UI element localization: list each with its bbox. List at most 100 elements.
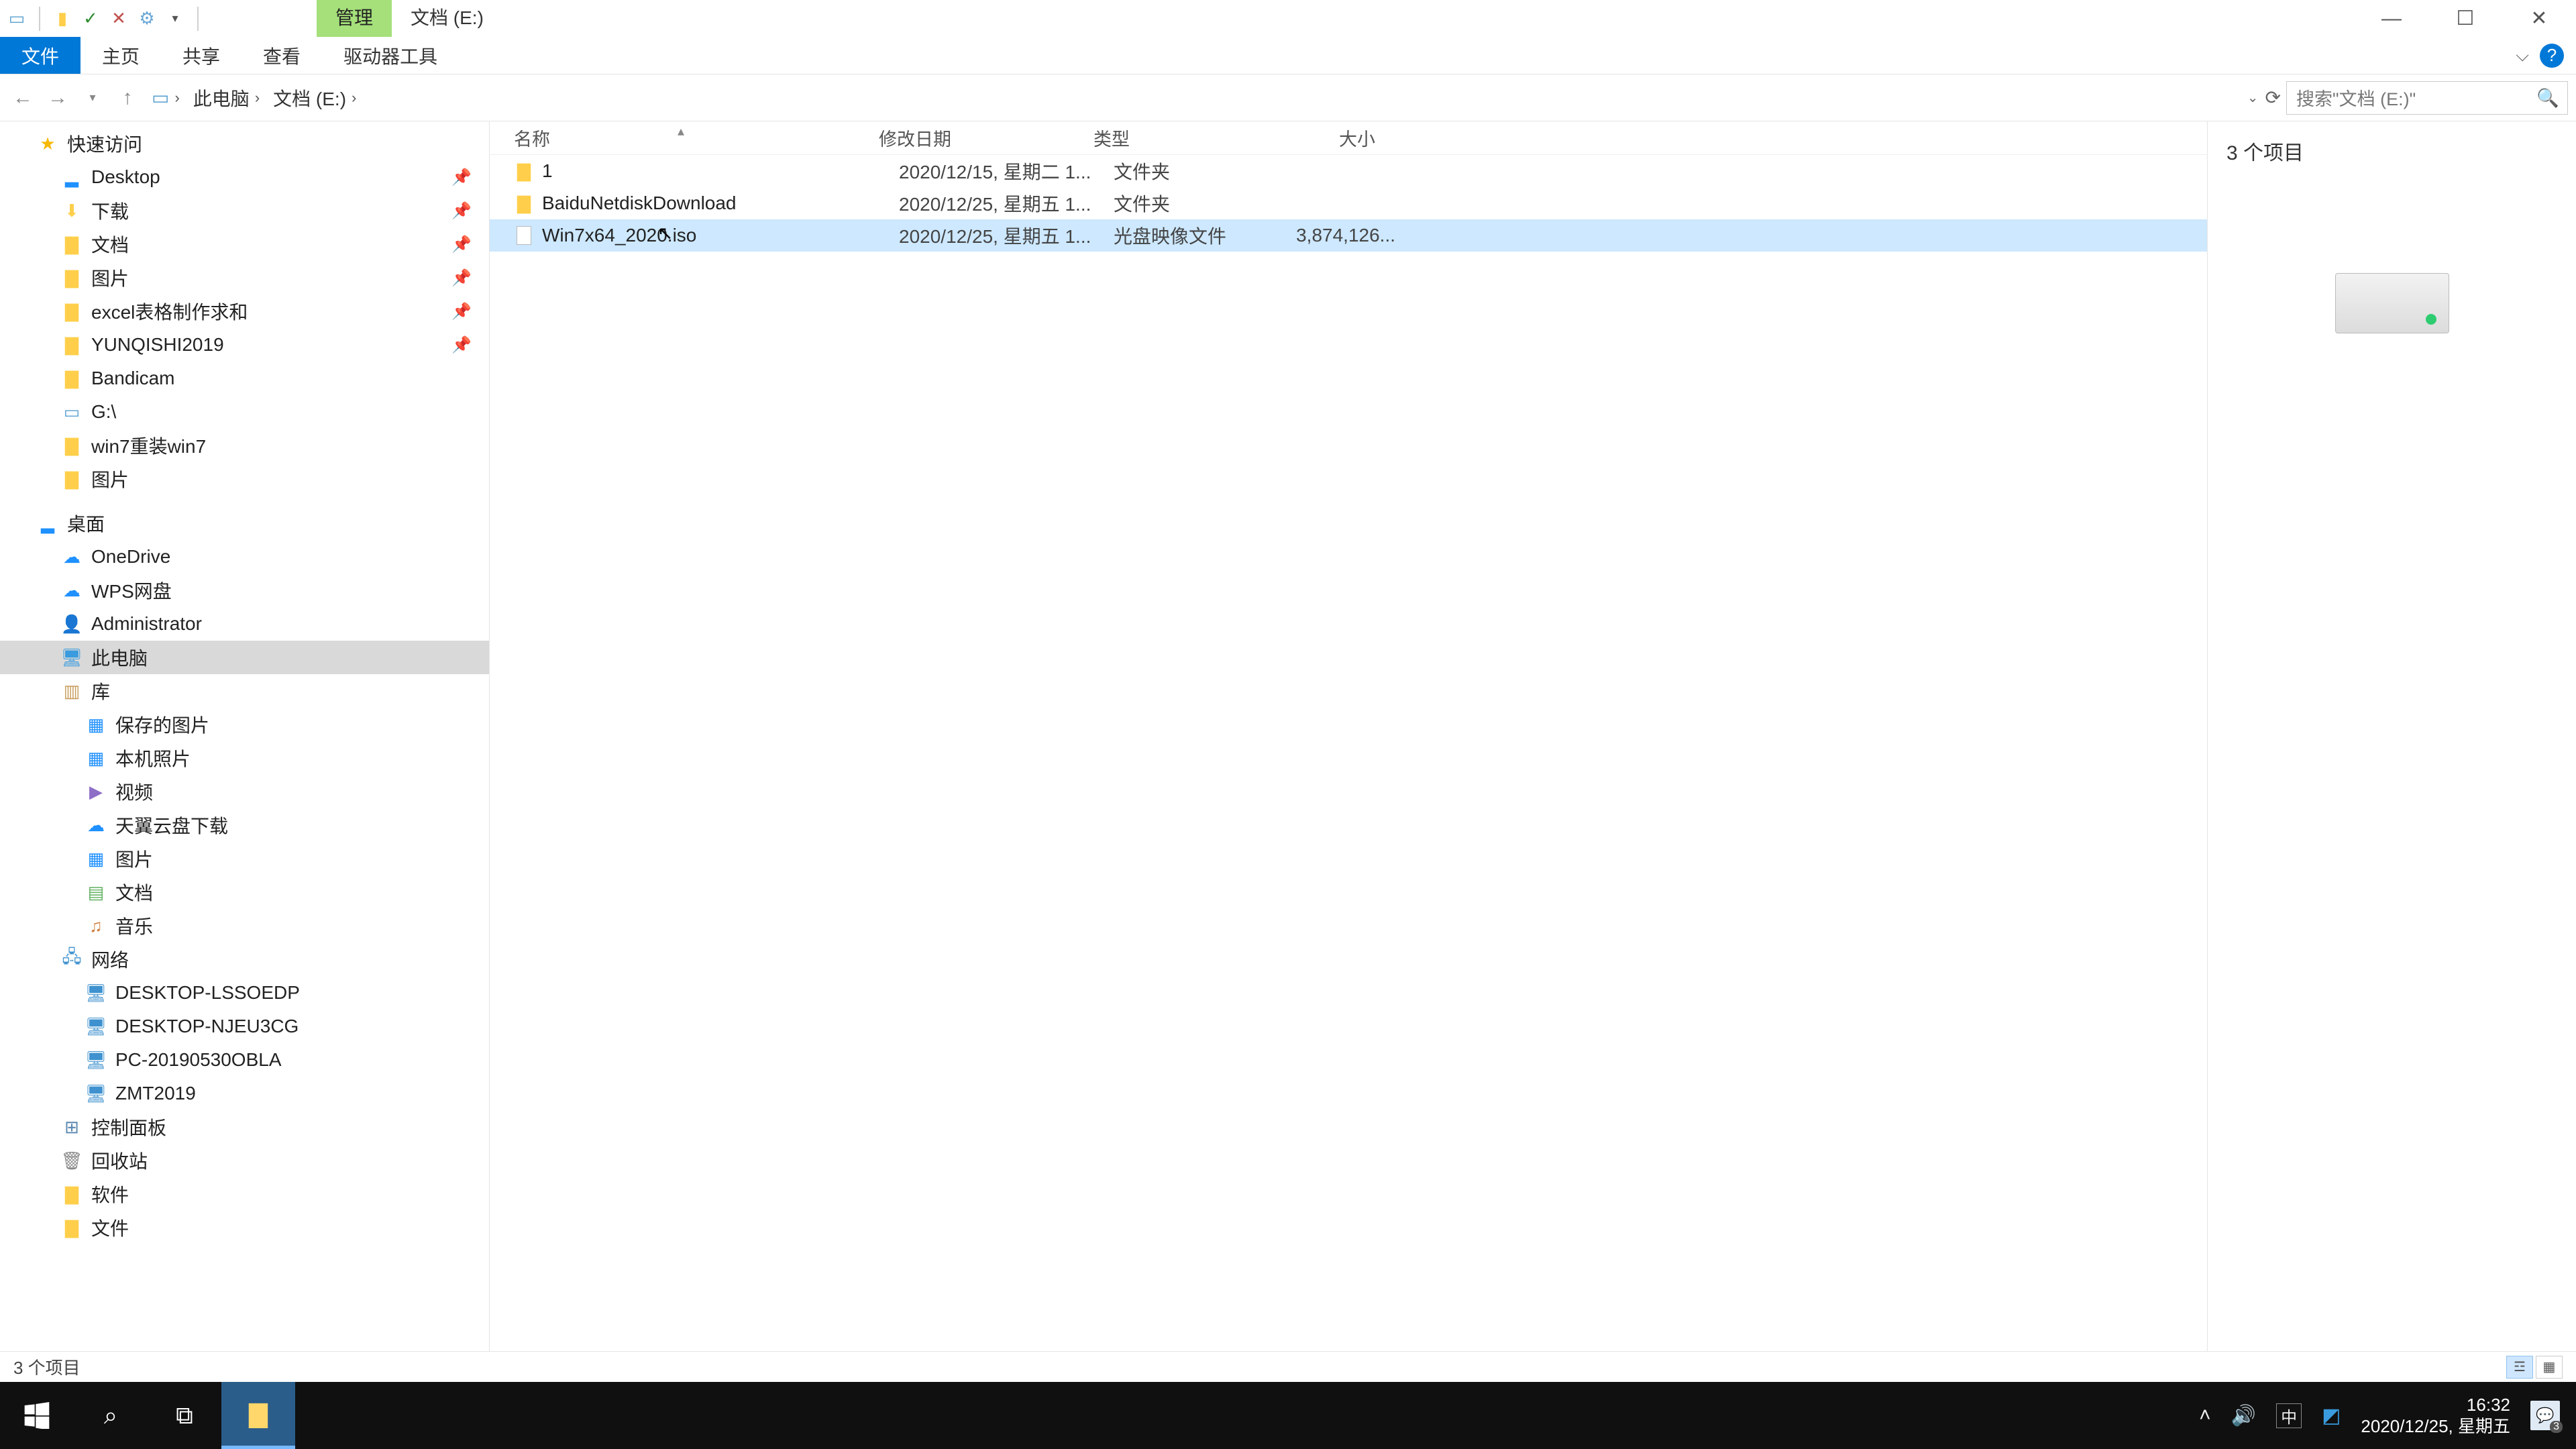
nav-back-button[interactable]: ← bbox=[8, 83, 38, 113]
qat-close-icon[interactable]: ✕ bbox=[109, 9, 129, 29]
status-item-count: 3 个项目 bbox=[13, 1354, 80, 1379]
refresh-icon[interactable]: ⟳ bbox=[2265, 87, 2281, 109]
nav-administrator[interactable]: 👤Administrator bbox=[0, 607, 489, 641]
nav-quick-access[interactable]: ★快速访问 bbox=[0, 127, 489, 160]
tab-drive-tools[interactable]: 驱动器工具 bbox=[322, 37, 459, 74]
view-icons-button[interactable]: ▦ bbox=[2536, 1356, 2563, 1379]
context-tab-manage[interactable]: 管理 bbox=[317, 0, 392, 37]
nav-qa-item[interactable]: ▇win7重装win7 bbox=[0, 429, 489, 462]
col-header-date[interactable]: 修改日期 bbox=[879, 125, 1093, 151]
tray-security-icon[interactable]: ◩ bbox=[2322, 1404, 2341, 1428]
nav-desktop[interactable]: ▂桌面 bbox=[0, 506, 489, 540]
pin-icon: 📌 bbox=[451, 302, 472, 321]
preview-pane: 3 个项目 bbox=[2207, 121, 2576, 1351]
nav-files[interactable]: ▇文件 bbox=[0, 1211, 489, 1244]
tray-chevron-up-icon[interactable]: ˄ bbox=[2199, 1404, 2211, 1427]
cloud-icon: ☁ bbox=[86, 815, 106, 836]
nav-lib-item[interactable]: ▦本机照片 bbox=[0, 741, 489, 775]
tab-share[interactable]: 共享 bbox=[161, 37, 241, 74]
status-bar: 3 个项目 ☲ ▦ bbox=[0, 1351, 2576, 1382]
nav-control-panel[interactable]: ⊞控制面板 bbox=[0, 1110, 489, 1144]
nav-libraries[interactable]: ▥库 bbox=[0, 674, 489, 708]
start-button[interactable] bbox=[0, 1382, 74, 1449]
breadcrumb-this-pc[interactable]: 此电脑 bbox=[193, 85, 250, 111]
nav-this-pc[interactable]: 🖥此电脑 bbox=[0, 641, 489, 674]
nav-net-item[interactable]: 🖥DESKTOP-NJEU3CG bbox=[0, 1010, 489, 1043]
explorer-body: ★快速访问 ▂Desktop📌 ⬇下载📌 ▇文档📌 ▇图片📌 ▇excel表格制… bbox=[0, 121, 2576, 1351]
title-context-tabs: 管理 文档 (E:) bbox=[317, 0, 502, 37]
chevron-right-icon[interactable]: › bbox=[169, 89, 184, 107]
folder-icon: ▇ bbox=[62, 435, 82, 456]
ribbon-tabs: 文件 主页 共享 查看 驱动器工具 ⌵ ? bbox=[0, 37, 2576, 74]
sort-asc-icon[interactable]: ▴ bbox=[678, 123, 684, 140]
nav-qa-item[interactable]: ▇图片📌 bbox=[0, 261, 489, 294]
nav-forward-button[interactable]: → bbox=[43, 83, 72, 113]
close-button[interactable]: ✕ bbox=[2502, 0, 2576, 37]
tab-file[interactable]: 文件 bbox=[0, 37, 80, 74]
nav-net-item[interactable]: 🖥DESKTOP-LSSOEDP bbox=[0, 976, 489, 1010]
search-icon[interactable]: 🔍 bbox=[2536, 87, 2559, 109]
view-details-button[interactable]: ☲ bbox=[2506, 1356, 2533, 1379]
help-icon[interactable]: ? bbox=[2540, 44, 2564, 68]
nav-recycle-bin[interactable]: 🗑回收站 bbox=[0, 1144, 489, 1177]
nav-qa-item[interactable]: ▇文档📌 bbox=[0, 227, 489, 261]
nav-lib-item[interactable]: ▦保存的图片 bbox=[0, 708, 489, 741]
nav-qa-item[interactable]: ▂Desktop📌 bbox=[0, 160, 489, 194]
nav-recent-dropdown[interactable]: ▾ bbox=[78, 83, 107, 113]
folder-icon: ▇ bbox=[62, 301, 82, 322]
tray-clock[interactable]: 16:32 2020/12/25, 星期五 bbox=[2361, 1394, 2510, 1438]
nav-lib-item[interactable]: ☁天翼云盘下载 bbox=[0, 808, 489, 842]
col-header-type[interactable]: 类型 bbox=[1093, 125, 1275, 151]
nav-lib-item[interactable]: ♫音乐 bbox=[0, 909, 489, 943]
nav-lib-item[interactable]: ▶视频 bbox=[0, 775, 489, 808]
breadcrumb-current[interactable]: 文档 (E:) bbox=[273, 85, 346, 111]
video-icon: ▶ bbox=[86, 782, 106, 802]
nav-qa-item[interactable]: ▇图片 bbox=[0, 462, 489, 496]
nav-software[interactable]: ▇软件 bbox=[0, 1177, 489, 1211]
maximize-button[interactable]: ☐ bbox=[2428, 0, 2502, 37]
file-row[interactable]: ▇ BaiduNetdiskDownload 2020/12/25, 星期五 1… bbox=[490, 187, 2207, 219]
qat-dropdown-icon[interactable]: ▾ bbox=[165, 9, 185, 29]
folder-icon: ▇ bbox=[514, 193, 534, 214]
navigation-pane[interactable]: ★快速访问 ▂Desktop📌 ⬇下载📌 ▇文档📌 ▇图片📌 ▇excel表格制… bbox=[0, 121, 490, 1351]
tab-home[interactable]: 主页 bbox=[80, 37, 161, 74]
nav-up-button[interactable]: ↑ bbox=[113, 83, 142, 113]
search-input[interactable]: 搜索"文档 (E:)" 🔍 bbox=[2286, 81, 2568, 115]
nav-lib-item[interactable]: ▤文档 bbox=[0, 875, 489, 909]
nav-onedrive[interactable]: ☁OneDrive bbox=[0, 540, 489, 574]
file-row[interactable]: ▇ 1 2020/12/15, 星期二 1... 文件夹 bbox=[490, 155, 2207, 187]
nav-qa-item[interactable]: ▭G:\ bbox=[0, 395, 489, 429]
tab-view[interactable]: 查看 bbox=[241, 37, 322, 74]
qat-folder-icon[interactable]: ▮ bbox=[52, 9, 72, 29]
nav-lib-item[interactable]: ▦图片 bbox=[0, 842, 489, 875]
separator bbox=[39, 7, 40, 31]
pin-icon: 📌 bbox=[451, 201, 472, 221]
nav-qa-item[interactable]: ▇excel表格制作求和📌 bbox=[0, 294, 489, 328]
nav-net-item[interactable]: 🖥ZMT2019 bbox=[0, 1077, 489, 1110]
chevron-right-icon[interactable]: › bbox=[250, 89, 265, 107]
notification-button[interactable]: 💬3 bbox=[2530, 1401, 2560, 1430]
search-button[interactable]: ⌕ bbox=[74, 1382, 148, 1449]
nav-qa-item[interactable]: ▇YUNQISHI2019📌 bbox=[0, 328, 489, 362]
nav-network[interactable]: 🖧网络 bbox=[0, 943, 489, 976]
qat-check-icon[interactable]: ✓ bbox=[80, 9, 101, 29]
system-tray: ˄ 🔊 中 ◩ 16:32 2020/12/25, 星期五 💬3 bbox=[2183, 1394, 2576, 1438]
address-dropdown-icon[interactable]: ⌄ bbox=[2247, 89, 2259, 106]
file-list[interactable]: ▴ 名称 修改日期 类型 大小 ▇ 1 2020/12/15, 星期二 1...… bbox=[490, 121, 2207, 1351]
address-bar[interactable]: ▭› 此电脑› 文档 (E:)› ⌄ ⟳ bbox=[148, 81, 2281, 115]
col-header-size[interactable]: 大小 bbox=[1275, 125, 1389, 151]
taskbar[interactable]: ⌕ ⧉ ▇ ˄ 🔊 中 ◩ 16:32 2020/12/25, 星期五 💬3 bbox=[0, 1382, 2576, 1449]
ribbon-collapse-icon[interactable]: ⌵ bbox=[2516, 45, 2529, 66]
tray-volume-icon[interactable]: 🔊 bbox=[2231, 1404, 2256, 1428]
file-row-selected[interactable]: Win7x64_2020.iso 2020/12/25, 星期五 1... 光盘… bbox=[490, 219, 2207, 252]
nav-qa-item[interactable]: ⬇下载📌 bbox=[0, 194, 489, 227]
qat-settings-icon[interactable]: ⚙ bbox=[137, 9, 157, 29]
chevron-right-icon[interactable]: › bbox=[346, 89, 362, 107]
taskbar-explorer[interactable]: ▇ bbox=[221, 1382, 295, 1449]
tray-ime[interactable]: 中 bbox=[2276, 1403, 2302, 1428]
minimize-button[interactable]: — bbox=[2355, 0, 2428, 37]
nav-net-item[interactable]: 🖥PC-20190530OBLA bbox=[0, 1043, 489, 1077]
nav-qa-item[interactable]: ▇Bandicam bbox=[0, 362, 489, 395]
nav-wps[interactable]: ☁WPS网盘 bbox=[0, 574, 489, 607]
task-view-button[interactable]: ⧉ bbox=[148, 1382, 221, 1449]
